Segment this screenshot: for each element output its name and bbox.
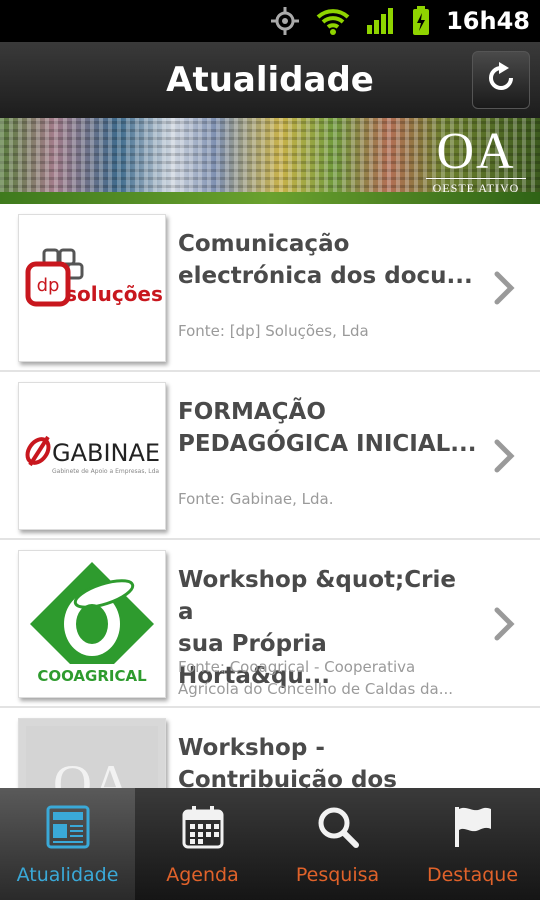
news-item[interactable]: GABINAE Gabinete de Apoio a Empresas, Ld… (0, 372, 540, 540)
svg-text:COOAGRICAL: COOAGRICAL (37, 667, 147, 685)
page-title: Atualidade (166, 60, 374, 100)
wifi-icon (316, 7, 350, 35)
flag-icon (451, 804, 495, 850)
news-thumbnail-cooagrical: COOAGRICAL (18, 550, 166, 698)
oeste-ativo-logo: OA OESTE ATIVO (426, 126, 526, 196)
svg-text:OA: OA (53, 754, 131, 788)
news-item[interactable]: COOAGRICAL Workshop &quot;Crie a sua Pró… (0, 540, 540, 708)
news-thumbnail-oa: OA (18, 718, 166, 788)
news-item[interactable]: dp soluções Comunicação electrónica dos … (0, 204, 540, 372)
news-thumbnail-dp-solucoes: dp soluções (18, 214, 166, 362)
refresh-button[interactable] (472, 51, 530, 109)
news-thumbnail-gabinae: GABINAE Gabinete de Apoio a Empresas, Ld… (18, 382, 166, 530)
news-source: Fonte: Cooagrical - Cooperativa Agrícola… (178, 658, 454, 698)
news-item[interactable]: OA Workshop - Contribuição dos mét... (0, 708, 540, 788)
tab-label: Agenda (166, 864, 239, 886)
tab-pesquisa[interactable]: Pesquisa (270, 788, 405, 900)
chevron-right-icon (492, 438, 518, 474)
tab-label: Atualidade (16, 864, 119, 886)
bottom-tab-bar: Atualidade Agenda Pesquisa Destaque (0, 788, 540, 900)
tab-agenda[interactable]: Agenda (135, 788, 270, 900)
search-icon (316, 804, 360, 850)
status-time: 16h48 (446, 7, 530, 35)
tab-label: Pesquisa (295, 864, 380, 886)
news-title[interactable]: Workshop - Contribuição dos mét... (178, 732, 478, 788)
svg-text:soluções: soluções (65, 282, 162, 306)
svg-text:dp: dp (37, 275, 60, 296)
svg-text:GABINAE: GABINAE (52, 439, 160, 467)
news-title[interactable]: Comunicação electrónica dos docu... (178, 228, 478, 292)
signal-icon (366, 7, 396, 35)
battery-charging-icon (412, 6, 430, 36)
gps-icon (270, 6, 300, 36)
news-source: Fonte: [dp] Soluções, Lda (178, 322, 369, 340)
chevron-right-icon (492, 270, 518, 306)
tab-destaque[interactable]: Destaque (405, 788, 540, 900)
news-source: Fonte: Gabinae, Lda. (178, 490, 334, 508)
refresh-icon (483, 60, 519, 101)
status-bar: 16h48 (0, 0, 540, 42)
news-title[interactable]: FORMAÇÃO PEDAGÓGICA INICIAL... (178, 396, 478, 460)
chevron-right-icon (492, 606, 518, 642)
oa-logo-letters: OA (436, 123, 516, 180)
svg-text:Gabinete de Apoio a Empresas,: Gabinete de Apoio a Empresas, Lda (52, 468, 159, 475)
news-list[interactable]: dp soluções Comunicação electrónica dos … (0, 204, 540, 788)
calendar-icon (181, 804, 225, 850)
header-banner: OA OESTE ATIVO (0, 118, 540, 204)
oa-logo-subtitle: OESTE ATIVO (426, 178, 526, 196)
tab-atualidade[interactable]: Atualidade (0, 788, 135, 900)
tab-label: Destaque (426, 864, 519, 886)
title-bar: Atualidade (0, 42, 540, 118)
news-icon (46, 804, 90, 850)
